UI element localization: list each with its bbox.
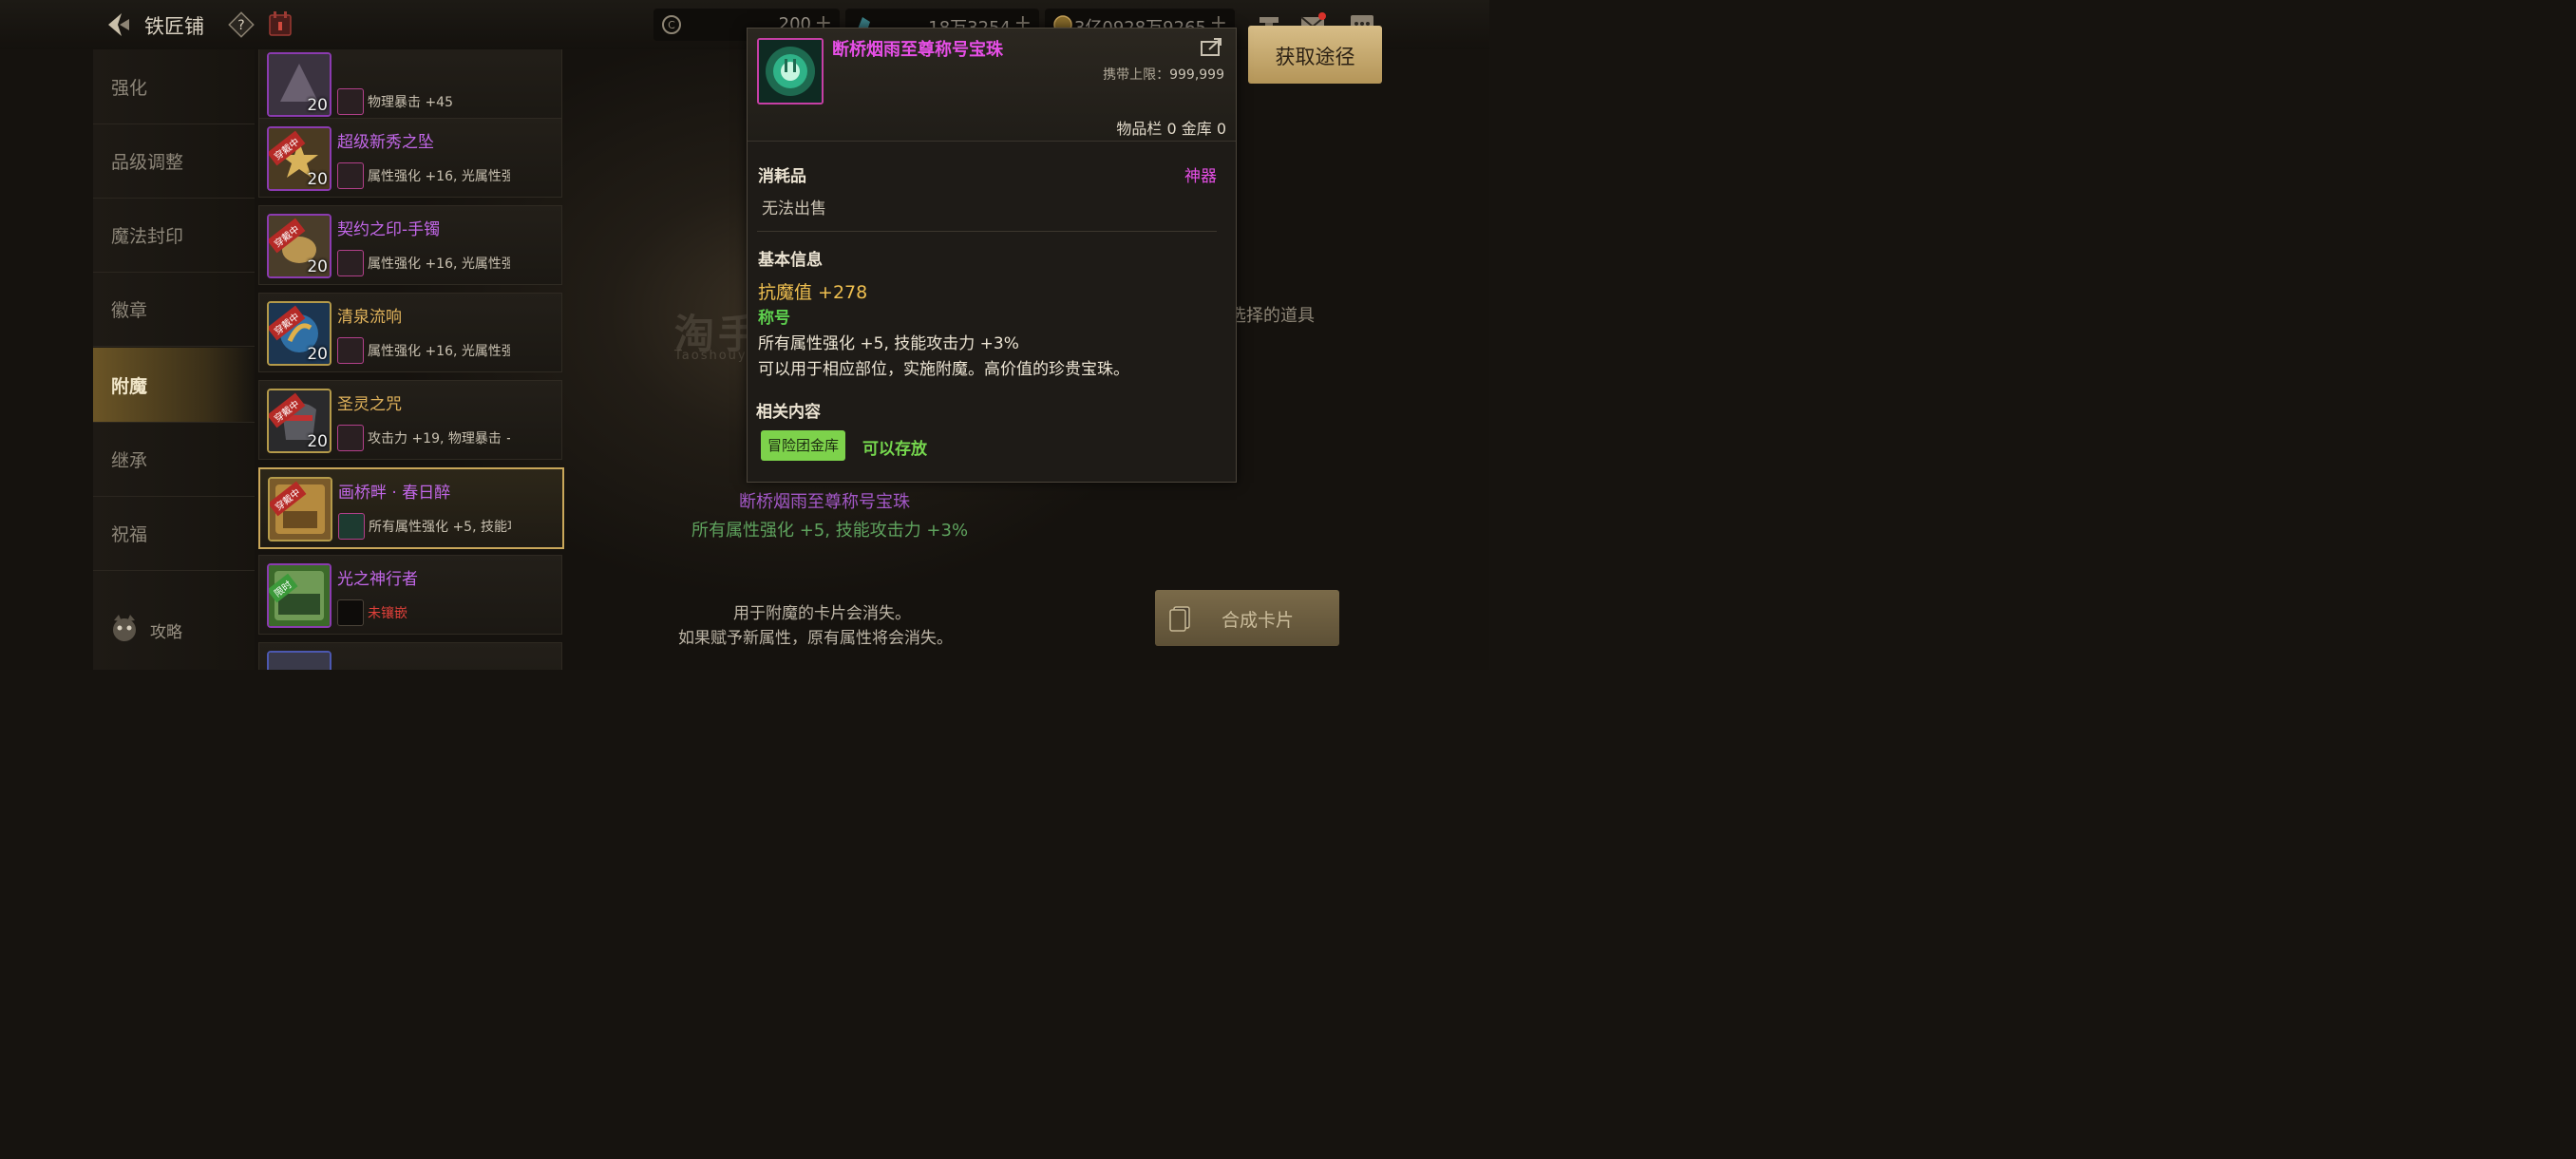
item-icon bbox=[267, 651, 331, 670]
item-stat: 属性强化 +16, 光属性强 bbox=[368, 344, 510, 359]
sidebar-item-magic-seal[interactable]: 魔法封印 bbox=[93, 198, 255, 273]
sidebar-item-emblem[interactable]: 徽章 bbox=[93, 272, 255, 347]
item-level: 20 bbox=[307, 345, 328, 364]
card-slot-icon bbox=[337, 88, 364, 115]
magic-resist: 抗魔值 +278 bbox=[758, 282, 868, 303]
item-list: 20 物理暴击 +45 穿戴中 20 超级新秀之坠 属性强化 +16, 光属性强… bbox=[258, 49, 564, 670]
sidebar-item-label: 强化 bbox=[111, 78, 148, 99]
tooltip-header: 断桥烟雨至尊称号宝珠 携带上限：999,999 物品栏 0 金库 0 bbox=[748, 28, 1236, 142]
item-stat: 属性强化 +16, 光属性强 bbox=[368, 256, 510, 272]
cards-icon bbox=[1169, 606, 1190, 632]
guide-mascot-icon bbox=[113, 615, 136, 641]
sidebar-item-label: 魔法封印 bbox=[111, 226, 184, 247]
item-attributes: 所有属性强化 +5, 技能攻击力 +3% bbox=[758, 334, 1019, 353]
item-name: 画桥畔 · 春日醉 bbox=[338, 484, 451, 503]
item-level: 20 bbox=[307, 170, 328, 189]
item-icon: 穿戴中 20 bbox=[267, 214, 331, 278]
selected-item-stat: 所有属性强化 +5, 技能攻击力 +3% bbox=[691, 521, 969, 541]
list-item[interactable]: 穿戴中 20 清泉流响 属性强化 +16, 光属性强 bbox=[258, 293, 562, 372]
source-button[interactable]: 获取途径 bbox=[1248, 26, 1382, 84]
enchant-note-1: 用于附魔的卡片会消失。 bbox=[733, 604, 911, 623]
item-name: 光之神行者 bbox=[337, 570, 418, 589]
sidebar-item-label: 继承 bbox=[111, 450, 148, 471]
card-slot-icon bbox=[338, 513, 365, 540]
list-item[interactable] bbox=[258, 642, 562, 670]
item-icon: 20 bbox=[267, 52, 331, 117]
back-arrow-icon[interactable] bbox=[103, 10, 133, 40]
selected-item-name: 断桥烟雨至尊称号宝珠 bbox=[739, 492, 910, 512]
basic-info-header: 基本信息 bbox=[758, 251, 823, 270]
item-level: 20 bbox=[307, 96, 328, 115]
item-icon: 穿戴中 bbox=[268, 477, 332, 542]
card-slot-empty bbox=[337, 599, 364, 626]
carry-limit-label: 携带上限： bbox=[1103, 67, 1170, 83]
item-level: 20 bbox=[307, 432, 328, 451]
storage-status: 可以存放 bbox=[862, 440, 927, 459]
sidebar-item-enchant[interactable]: 附魔 bbox=[93, 348, 255, 423]
craft-card-label: 合成卡片 bbox=[1222, 610, 1295, 631]
list-item[interactable]: 20 物理暴击 +45 bbox=[258, 49, 562, 124]
sidebar-item-grade[interactable]: 品级调整 bbox=[93, 124, 255, 199]
sidebar: 强化 品级调整 魔法封印 徽章 附魔 继承 祝福 bbox=[93, 49, 255, 670]
list-item[interactable]: 限时 光之神行者 未镶嵌 bbox=[258, 555, 562, 635]
storage-badge: 冒险团金库 bbox=[761, 430, 846, 461]
item-stat: 未镶嵌 bbox=[368, 606, 407, 621]
share-icon[interactable] bbox=[1200, 36, 1224, 57]
item-name: 清泉流响 bbox=[337, 308, 402, 327]
page-title: 铁匠铺 bbox=[144, 15, 204, 38]
card-slot-icon bbox=[337, 250, 364, 276]
list-item[interactable]: 穿戴中 20 超级新秀之坠 属性强化 +16, 光属性强 bbox=[258, 118, 562, 198]
list-item[interactable]: 穿戴中 20 契约之印-手镯 属性强化 +16, 光属性强 bbox=[258, 205, 562, 285]
item-name: 超级新秀之坠 bbox=[337, 133, 434, 152]
sidebar-item-bless[interactable]: 祝福 bbox=[93, 496, 255, 571]
source-button-label: 获取途径 bbox=[1275, 46, 1355, 68]
sidebar-item-label: 附魔 bbox=[111, 376, 148, 397]
carry-limit-value: 999,999 bbox=[1169, 67, 1224, 83]
item-stat: 属性强化 +16, 光属性强 bbox=[368, 169, 510, 184]
enchant-note-2: 如果赋予新属性，原有属性将会消失。 bbox=[678, 629, 953, 648]
inventory-count: 物品栏 0 金库 0 bbox=[1116, 120, 1226, 138]
item-stat: 物理暴击 +45 bbox=[368, 95, 453, 110]
card-slot-icon bbox=[337, 337, 364, 364]
item-type: 消耗品 bbox=[758, 167, 806, 186]
item-tooltip: 断桥烟雨至尊称号宝珠 携带上限：999,999 物品栏 0 金库 0 消耗品 神… bbox=[747, 28, 1237, 483]
related-header: 相关内容 bbox=[756, 403, 821, 422]
tooltip-title: 断桥烟雨至尊称号宝珠 bbox=[832, 40, 1003, 60]
item-description: 可以用于相应部位，实施附魔。高价值的珍贵宝珠。 bbox=[758, 360, 1129, 379]
svg-text:?: ? bbox=[237, 18, 244, 33]
item-name: 圣灵之咒 bbox=[337, 395, 402, 414]
item-icon: 限时 bbox=[267, 563, 331, 628]
list-item-selected[interactable]: 穿戴中 画桥畔 · 春日醉 所有属性强化 +5, 技能攻 bbox=[258, 467, 564, 549]
sidebar-item-enhance[interactable]: 强化 bbox=[93, 49, 255, 124]
coin-icon: C bbox=[662, 15, 681, 34]
sidebar-item-label: 徽章 bbox=[111, 300, 148, 321]
item-name: 契约之印-手镯 bbox=[337, 220, 441, 239]
item-rarity: 神器 bbox=[1184, 167, 1217, 186]
svg-text:C: C bbox=[668, 19, 675, 31]
item-icon: 穿戴中 20 bbox=[267, 126, 331, 191]
item-level: 20 bbox=[307, 257, 328, 276]
title-tag: 称号 bbox=[758, 309, 790, 328]
sidebar-item-label: 祝福 bbox=[111, 524, 148, 545]
craft-card-button[interactable]: 合成卡片 bbox=[1155, 590, 1339, 646]
item-stat: 所有属性强化 +5, 技能攻 bbox=[369, 520, 511, 535]
item-icon: 穿戴中 20 bbox=[267, 301, 331, 366]
help-icon[interactable]: ? bbox=[228, 11, 255, 38]
gem-icon bbox=[757, 38, 824, 104]
item-stat: 攻击力 +19, 物理暴击 + bbox=[368, 431, 510, 446]
item-icon: 穿戴中 20 bbox=[267, 389, 331, 453]
calendar-icon[interactable] bbox=[268, 10, 293, 37]
sell-status: 无法出售 bbox=[762, 200, 826, 218]
sidebar-item-inherit[interactable]: 继承 bbox=[93, 422, 255, 497]
sidebar-item-label: 品级调整 bbox=[111, 152, 184, 173]
divider bbox=[757, 231, 1217, 232]
guide-label: 攻略 bbox=[150, 623, 182, 642]
card-slot-icon bbox=[337, 425, 364, 451]
carry-limit: 携带上限：999,999 bbox=[1103, 65, 1224, 84]
list-item[interactable]: 穿戴中 20 圣灵之咒 攻击力 +19, 物理暴击 + bbox=[258, 380, 562, 460]
card-slot-icon bbox=[337, 162, 364, 189]
